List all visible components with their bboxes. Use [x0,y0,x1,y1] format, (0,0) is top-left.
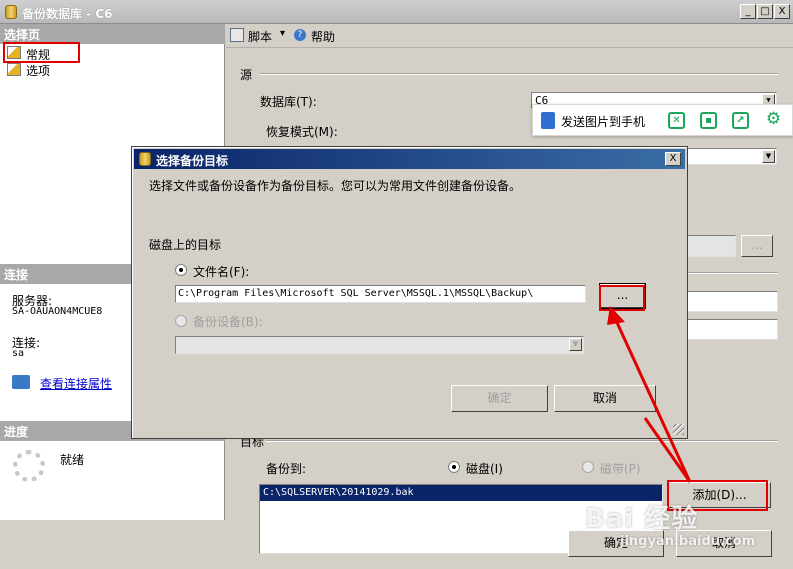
arrow-to-browse [612,315,692,483]
arrowhead-icon [607,306,625,325]
annotation-arrows [607,306,692,483]
watermark-url: jingyan.baidu.com [620,534,756,549]
watermark-brand: Bai 经验 [585,504,699,534]
arrow-from-dialog [643,417,692,483]
